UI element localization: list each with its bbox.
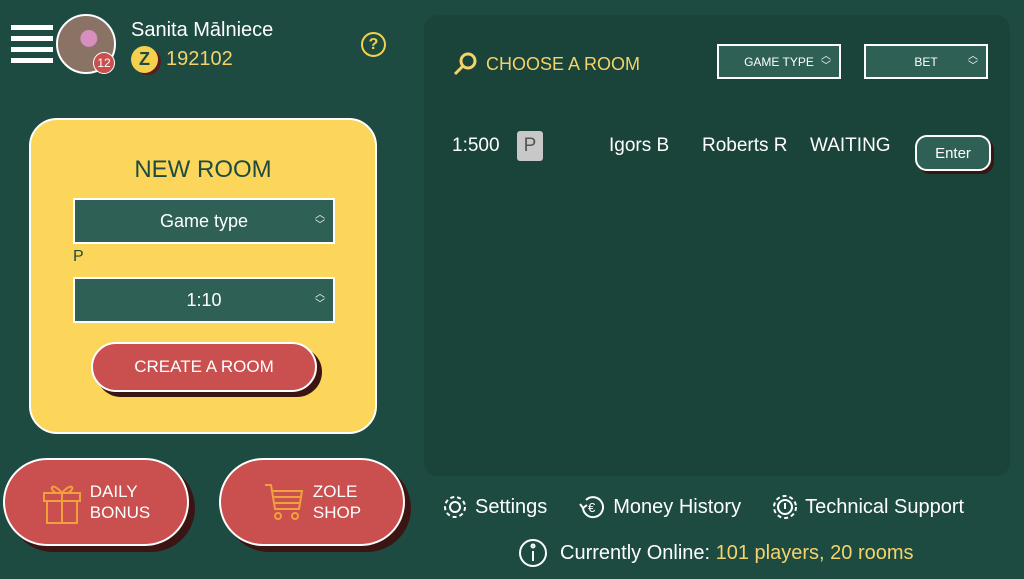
bet-select[interactable]: 1:10 ︿ ﹀ — [73, 277, 335, 323]
online-value: 101 players, 20 rooms — [715, 541, 914, 564]
room-bet: 1:500 — [452, 135, 500, 156]
room-row: 1:500 P Igors B Roberts R WAITING Enter — [452, 127, 1010, 171]
zole-shop-button[interactable]: ZOLE SHOP — [219, 458, 405, 546]
footer-links: Settings € Money History Technical Suppor… — [441, 493, 964, 521]
support-gear-icon — [773, 495, 798, 519]
settings-link[interactable]: Settings — [441, 493, 547, 521]
game-type-value: Game type — [159, 210, 249, 231]
game-type-label: P — [73, 248, 84, 265]
menu-button[interactable] — [11, 25, 53, 69]
filter-bet-select[interactable]: BET ︿ ﹀ — [864, 44, 988, 79]
shop-label: SHOP — [312, 503, 362, 522]
new-room-title: NEW ROOM — [134, 156, 272, 183]
room-player: Roberts R — [702, 135, 788, 156]
user-name: Sanita Mālniece — [131, 19, 274, 41]
gift-icon — [42, 485, 81, 524]
gear-icon — [444, 496, 466, 518]
notification-badge: 12 — [93, 52, 115, 74]
coin-icon: Z — [131, 46, 158, 73]
support-label: Technical Support — [805, 495, 965, 518]
chevron-updown-icon: ︿ ﹀ — [821, 50, 831, 72]
choose-room-heading: CHOOSE A ROOM — [452, 51, 640, 77]
money-history-label: Money History — [613, 495, 742, 518]
chevron-updown-icon: ︿ ﹀ — [315, 289, 325, 310]
room-type-badge: P — [517, 131, 543, 161]
choose-room-title: CHOOSE A ROOM — [486, 53, 641, 74]
chevron-updown-icon: ︿ ﹀ — [968, 50, 978, 72]
create-room-button[interactable]: CREATE A ROOM — [91, 342, 317, 392]
room-player: Igors B — [609, 135, 670, 156]
daily-bonus-label: DAILY — [89, 482, 138, 501]
online-label: Currently Online: — [560, 541, 711, 564]
game-type-select[interactable]: Game type ︿ ﹀ — [73, 198, 335, 244]
svg-text:€: € — [588, 500, 596, 515]
info-icon — [519, 539, 547, 567]
filter-bet-value: BET — [914, 54, 938, 69]
room-status: WAITING — [810, 135, 891, 156]
bet-value: 1:10 — [186, 289, 222, 310]
technical-support-link[interactable]: Technical Support — [771, 493, 964, 521]
settings-label: Settings — [475, 495, 548, 518]
daily-bonus-button[interactable]: DAILY BONUS — [3, 458, 189, 546]
euro-history-icon: € — [579, 496, 605, 519]
enter-room-button[interactable]: Enter — [915, 135, 991, 171]
help-icon[interactable]: ? — [361, 32, 386, 57]
cart-icon — [264, 484, 304, 520]
filter-game-type-select[interactable]: GAME TYPE ︿ ﹀ — [717, 44, 841, 79]
shop-label: ZOLE — [312, 482, 358, 501]
online-status: Currently Online: 101 players, 20 rooms — [518, 538, 914, 568]
new-room-card: NEW ROOM Game type ︿ ﹀ P 1:10 ︿ ﹀ CREATE A R… — [29, 118, 377, 434]
chevron-updown-icon: ︿ ﹀ — [315, 210, 325, 231]
room-list-panel: CHOOSE A ROOM GAME TYPE ︿ ﹀ BET ︿ ﹀ 1:500 P … — [424, 15, 1010, 476]
money-history-link[interactable]: € Money History — [577, 493, 741, 521]
search-icon — [453, 52, 477, 76]
daily-bonus-label: BONUS — [89, 503, 151, 522]
balance: 192102 — [166, 48, 233, 70]
filter-game-type-value: GAME TYPE — [744, 54, 814, 69]
